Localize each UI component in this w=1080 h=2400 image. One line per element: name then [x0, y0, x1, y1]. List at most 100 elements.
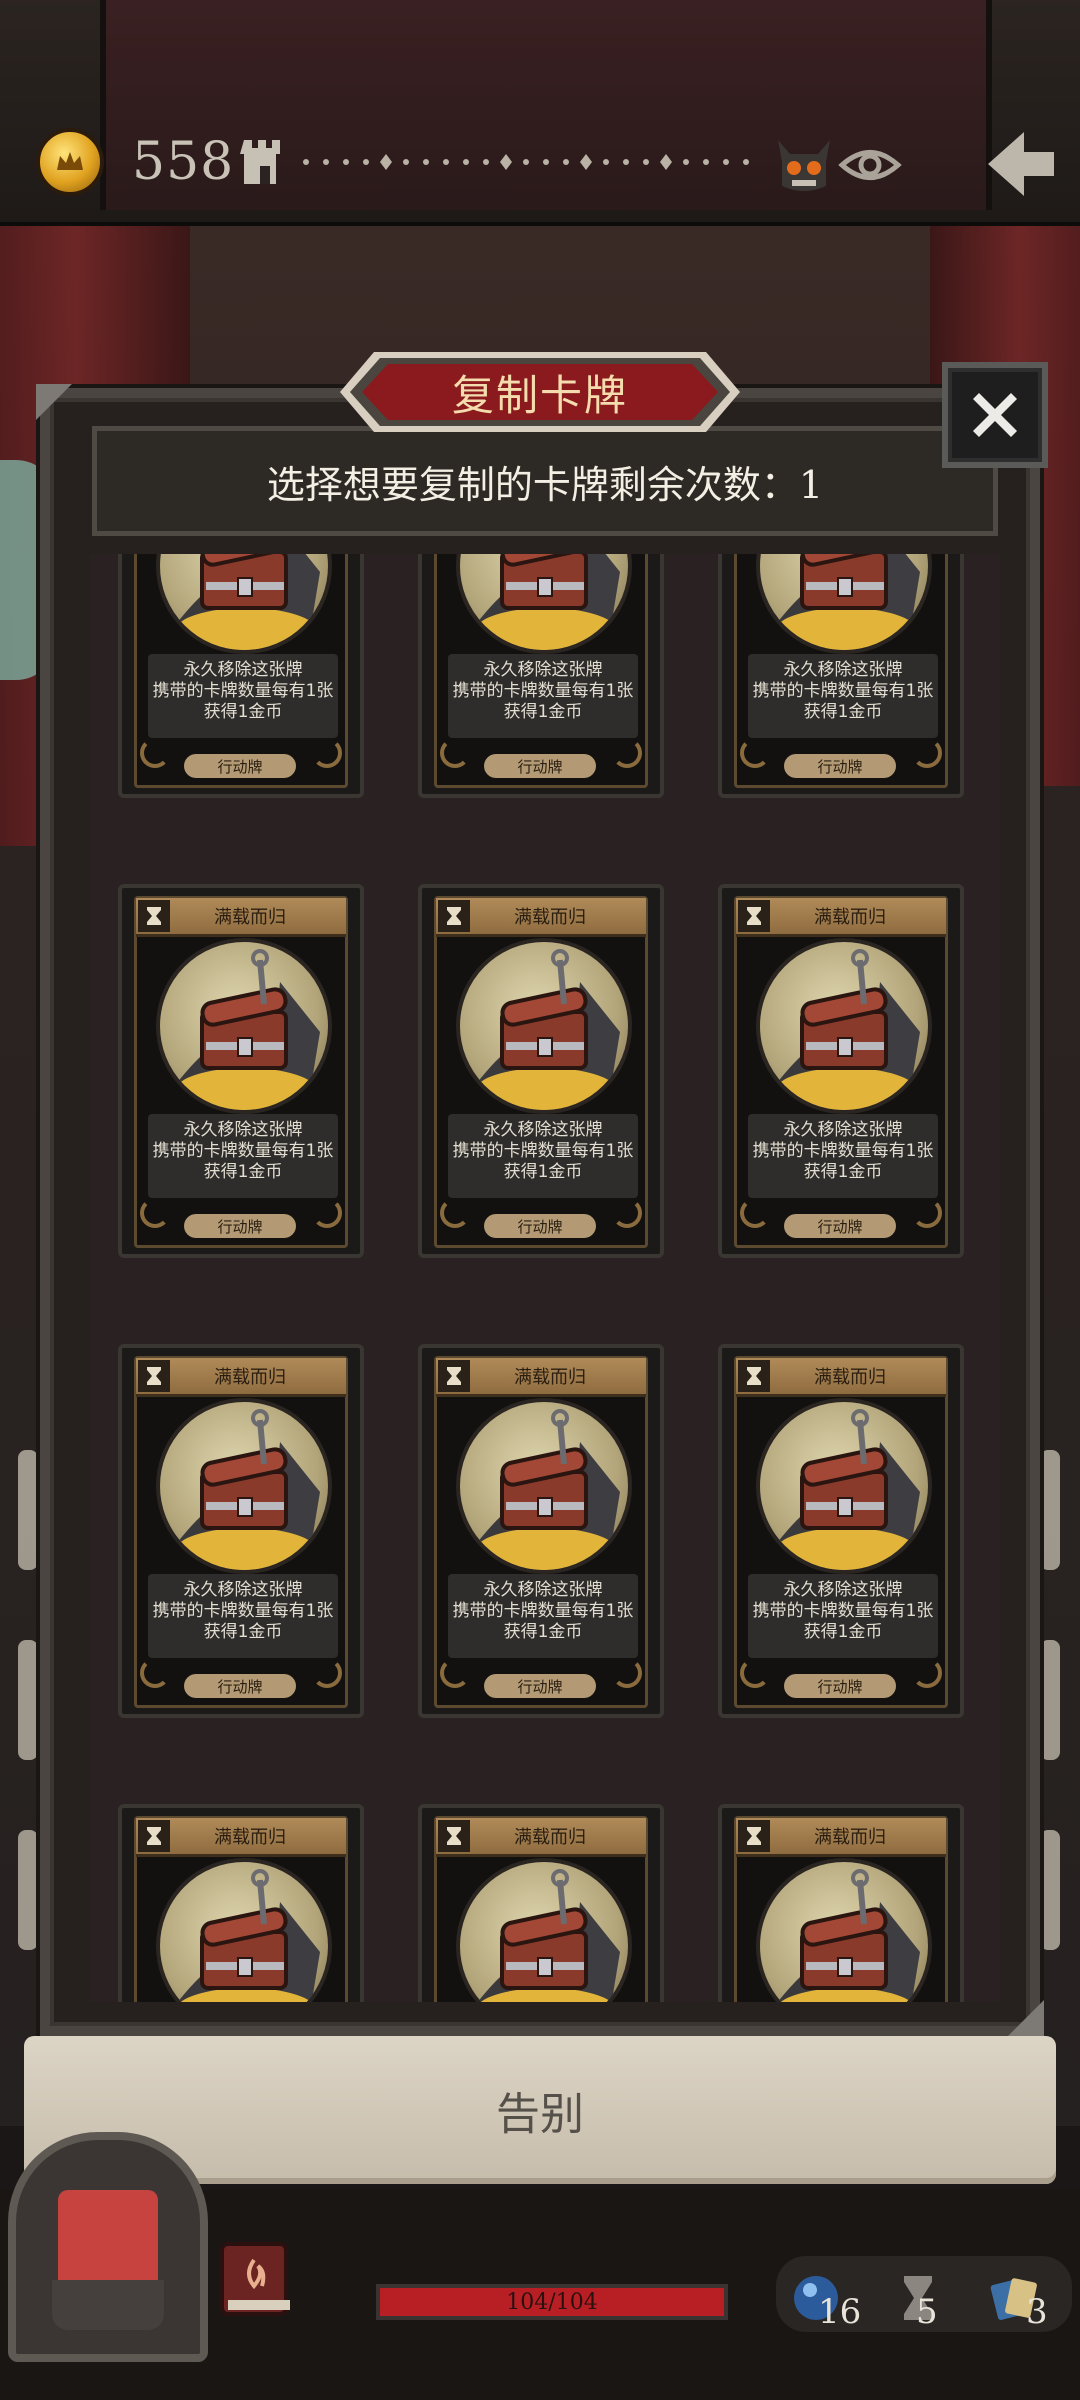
- card-desc-line: 永久移除这张牌: [483, 660, 603, 680]
- card-desc-line: 携带的卡牌数量每有1张: [452, 1601, 634, 1621]
- card[interactable]: 满载而归 永久移除这张牌 携带的卡牌数量每有1张 获得1金币: [118, 1344, 364, 1718]
- swirl-ornament: [312, 1198, 342, 1228]
- eye-icon[interactable]: [838, 140, 902, 190]
- card[interactable]: 满载而归 永久移除这张牌 携带的卡牌数量每有1张 获得1金币: [118, 1804, 364, 2002]
- card-desc-line: 获得1金币: [803, 702, 883, 722]
- gold-count: 558: [132, 132, 235, 192]
- swirl-ornament: [912, 738, 942, 768]
- card[interactable]: 满载而归 永久移除这张牌 携带的卡牌数量每有1张 获得1金币: [718, 1344, 964, 1718]
- hourglass-icon: [738, 1360, 770, 1392]
- treasure-chest-art: [756, 938, 932, 1114]
- swirl-ornament: [740, 1198, 770, 1228]
- hourglass-icon: [738, 1820, 770, 1852]
- card-desc-line: 永久移除这张牌: [183, 1580, 303, 1600]
- boss-demon-icon: [778, 140, 830, 191]
- dialog-subtitle: 选择想要复制的卡牌剩余次数：1: [266, 462, 824, 507]
- side-tab: [18, 1640, 38, 1760]
- hourglass-count: 5: [916, 2292, 938, 2332]
- hourglass-icon: [138, 900, 170, 932]
- treasure-chest-art: [456, 938, 632, 1114]
- card-description: 永久移除这张牌 携带的卡牌数量每有1张 获得1金币: [148, 1114, 338, 1198]
- card-desc-line: 携带的卡牌数量每有1张: [752, 681, 934, 701]
- card-desc-line: 永久移除这张牌: [183, 1120, 303, 1140]
- card-desc-line: 永久移除这张牌: [783, 1580, 903, 1600]
- player-portrait[interactable]: [8, 2132, 208, 2362]
- card[interactable]: 满载而归 永久移除这张牌 携带的卡牌数量每有1张 获得1金币: [118, 884, 364, 1258]
- card-desc-line: 永久移除这张牌: [483, 1120, 603, 1140]
- card-name: 满载而归: [514, 907, 586, 928]
- card-description: 永久移除这张牌 携带的卡牌数量每有1张 获得1金币: [148, 1574, 338, 1658]
- card-name: 满载而归: [814, 907, 886, 928]
- hourglass-icon: [438, 1360, 470, 1392]
- side-tab: [18, 1830, 38, 1950]
- swirl-ornament: [612, 1198, 642, 1228]
- card-desc-line: 获得1金币: [503, 1622, 583, 1642]
- card-desc-line: 携带的卡牌数量每有1张: [152, 1141, 334, 1161]
- treasure-chest-art: [756, 1398, 932, 1574]
- swirl-ornament: [912, 1658, 942, 1688]
- back-arrow-icon[interactable]: [980, 124, 1060, 204]
- card-desc-line: 获得1金币: [203, 702, 283, 722]
- swirl-ornament: [612, 738, 642, 768]
- card-desc-line: 携带的卡牌数量每有1张: [752, 1601, 934, 1621]
- swirl-ornament: [140, 738, 170, 768]
- card-description: 永久移除这张牌 携带的卡牌数量每有1张 获得1金币: [148, 654, 338, 738]
- card-name: 满载而归: [514, 1827, 586, 1848]
- card-name: 满载而归: [814, 1827, 886, 1848]
- card[interactable]: 满载而归 永久移除这张牌 携带的卡牌数量每有1张 获得1金币: [418, 884, 664, 1258]
- hourglass-icon: [438, 1820, 470, 1852]
- card[interactable]: 满载而归 永久移除这张牌 携带的卡牌数量每有1张 获得1金币: [118, 554, 364, 798]
- close-button[interactable]: [942, 362, 1048, 468]
- hourglass-icon: [738, 900, 770, 932]
- swirl-ornament: [312, 1658, 342, 1688]
- card-description: 永久移除这张牌 携带的卡牌数量每有1张 获得1金币: [448, 1574, 638, 1658]
- card[interactable]: 满载而归 永久移除这张牌 携带的卡牌数量每有1张 获得1金币: [718, 884, 964, 1258]
- deck-book-icon[interactable]: [214, 2230, 304, 2320]
- tower-icon: [240, 140, 280, 184]
- card-desc-line: 携带的卡牌数量每有1张: [452, 1141, 634, 1161]
- hourglass-icon: [438, 900, 470, 932]
- card-desc-line: 永久移除这张牌: [483, 1580, 603, 1600]
- card-desc-line: 携带的卡牌数量每有1张: [152, 681, 334, 701]
- card-desc-line: 永久移除这张牌: [183, 660, 303, 680]
- orb-count: 16: [818, 2292, 862, 2332]
- card-description: 永久移除这张牌 携带的卡牌数量每有1张 获得1金币: [748, 1114, 938, 1198]
- card-type-label: 行动牌: [784, 754, 896, 778]
- swirl-ornament: [140, 1658, 170, 1688]
- close-icon: [973, 393, 1017, 437]
- card[interactable]: 满载而归 永久移除这张牌 携带的卡牌数量每有1张 获得1金币: [718, 1804, 964, 2002]
- card-name: 满载而归: [814, 1367, 886, 1388]
- swirl-ornament: [740, 738, 770, 768]
- card-desc-line: 获得1金币: [803, 1162, 883, 1182]
- card-type-label: 行动牌: [184, 754, 296, 778]
- card-grid[interactable]: 满载而归 永久移除这张牌 携带的卡牌数量每有1张 获得1金币: [90, 554, 1000, 2002]
- card-description: 永久移除这张牌 携带的卡牌数量每有1张 获得1金币: [448, 1114, 638, 1198]
- card-name: 满载而归: [214, 1367, 286, 1388]
- card-desc-line: 获得1金币: [503, 702, 583, 722]
- card[interactable]: 满载而归 永久移除这张牌 携带的卡牌数量每有1张 获得1金币: [718, 554, 964, 798]
- player-jaw: [52, 2280, 164, 2330]
- card-name: 满载而归: [514, 1367, 586, 1388]
- card-desc-line: 获得1金币: [203, 1622, 283, 1642]
- card[interactable]: 满载而归 永久移除这张牌 携带的卡牌数量每有1张 获得1金币: [418, 554, 664, 798]
- treasure-chest-art: [156, 938, 332, 1114]
- card[interactable]: 满载而归 永久移除这张牌 携带的卡牌数量每有1张 获得1金币: [418, 1804, 664, 2002]
- dialog-title: 复制卡牌: [451, 370, 628, 420]
- swirl-ornament: [312, 738, 342, 768]
- coin-crown-icon: [36, 128, 104, 196]
- card-desc-line: 永久移除这张牌: [783, 1120, 903, 1140]
- side-tab: [1040, 1830, 1060, 1950]
- card-type-label: 行动牌: [484, 1674, 596, 1698]
- swirl-ornament: [912, 1198, 942, 1228]
- swirl-ornament: [440, 738, 470, 768]
- path-track: [303, 154, 749, 170]
- card-desc-line: 携带的卡牌数量每有1张: [752, 1141, 934, 1161]
- hourglass-icon: [138, 1360, 170, 1392]
- side-tab: [18, 1450, 38, 1570]
- card[interactable]: 满载而归 永久移除这张牌 携带的卡牌数量每有1张 获得1金币: [418, 1344, 664, 1718]
- card-desc-line: 获得1金币: [503, 1162, 583, 1182]
- card-type-label: 行动牌: [184, 1214, 296, 1238]
- swirl-ornament: [140, 1198, 170, 1228]
- card-type-label: 行动牌: [784, 1674, 896, 1698]
- card-desc-line: 携带的卡牌数量每有1张: [152, 1601, 334, 1621]
